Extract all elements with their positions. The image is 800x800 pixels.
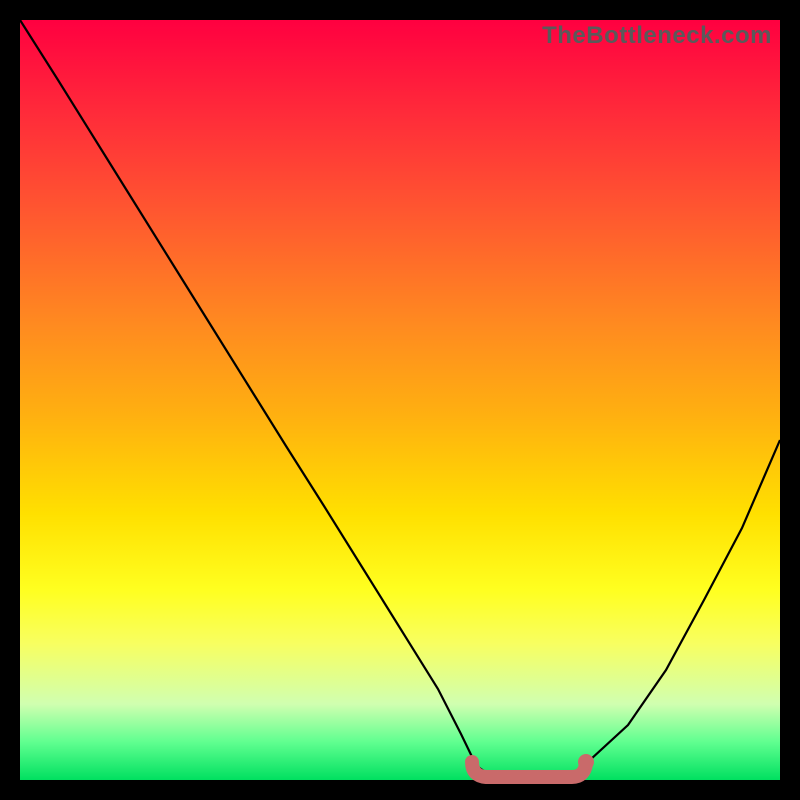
chart-svg bbox=[20, 20, 780, 780]
optimal-range-end-dot bbox=[578, 754, 594, 770]
bottleneck-curve bbox=[20, 20, 780, 780]
chart-frame: TheBottleneck.com bbox=[0, 0, 800, 800]
plot-area: TheBottleneck.com bbox=[20, 20, 780, 780]
optimal-range-marker bbox=[472, 762, 586, 777]
